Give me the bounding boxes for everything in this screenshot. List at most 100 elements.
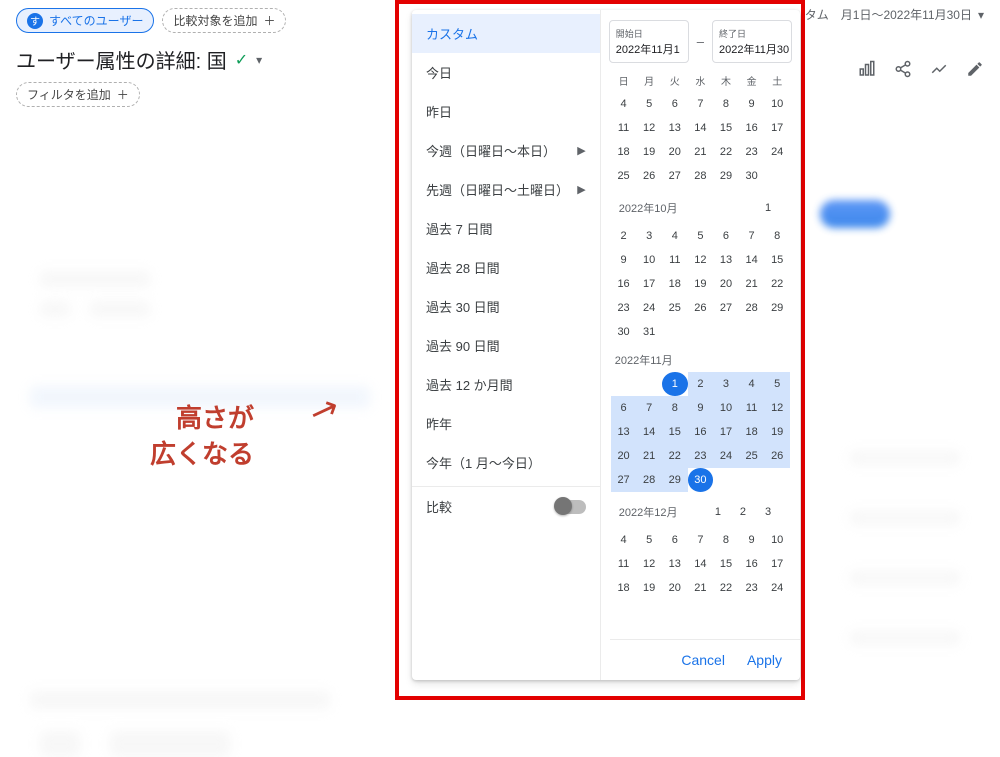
calendar-day[interactable]: 16 <box>739 552 765 576</box>
calendar-day[interactable]: 14 <box>739 248 765 272</box>
calendar-day[interactable]: 13 <box>662 116 688 140</box>
calendar-day[interactable]: 13 <box>713 248 739 272</box>
calendar-day[interactable]: 20 <box>662 576 688 600</box>
calendar-day[interactable]: 19 <box>764 420 790 444</box>
calendar-day[interactable]: 9 <box>611 248 637 272</box>
calendar-day[interactable]: 25 <box>739 444 765 468</box>
calendar-day[interactable]: 9 <box>739 92 765 116</box>
calendar-day[interactable]: 11 <box>611 116 637 140</box>
calendar-day[interactable]: 21 <box>739 272 765 296</box>
calendar-day[interactable]: 29 <box>662 468 688 492</box>
calendar-day[interactable]: 7 <box>688 92 714 116</box>
calendar-day[interactable]: 25 <box>662 296 688 320</box>
calendar-day[interactable]: 20 <box>662 140 688 164</box>
preset-item[interactable]: 過去 30 日間 <box>412 287 600 326</box>
calendar-day[interactable]: 8 <box>713 528 739 552</box>
calendar-day[interactable]: 12 <box>636 552 662 576</box>
calendar-day[interactable]: 10 <box>713 396 739 420</box>
calendar-day[interactable]: 16 <box>739 116 765 140</box>
calendar-day[interactable]: 10 <box>764 528 790 552</box>
preset-item[interactable]: 過去 12 か月間 <box>412 365 600 404</box>
calendar-day[interactable]: 29 <box>713 164 739 188</box>
calendar-day[interactable]: 31 <box>636 320 662 344</box>
calendar-day[interactable]: 17 <box>713 420 739 444</box>
preset-item[interactable]: 昨日 <box>412 92 600 131</box>
calendar-day[interactable]: 9 <box>688 396 714 420</box>
calendar-day[interactable]: 15 <box>713 116 739 140</box>
calendar-day[interactable]: 10 <box>764 92 790 116</box>
preset-item[interactable]: 今日 <box>412 53 600 92</box>
apply-button[interactable]: Apply <box>747 652 782 668</box>
calendar-day[interactable]: 23 <box>611 296 637 320</box>
calendar-day[interactable]: 4 <box>739 372 765 396</box>
calendar-day[interactable]: 19 <box>636 576 662 600</box>
calendar-day[interactable]: 19 <box>688 272 714 296</box>
calendar-day[interactable]: 24 <box>713 444 739 468</box>
calendar-day[interactable]: 6 <box>662 528 688 552</box>
preset-item[interactable]: 今週（日曜日～本日）▶ <box>412 131 600 170</box>
preset-item[interactable]: 過去 28 日間 <box>412 248 600 287</box>
calendar-day[interactable]: 24 <box>764 576 790 600</box>
preset-item[interactable]: 過去 90 日間 <box>412 326 600 365</box>
calendar-day[interactable]: 4 <box>611 92 637 116</box>
calendar-day[interactable]: 22 <box>713 576 739 600</box>
calendar-day[interactable]: 8 <box>662 396 688 420</box>
preset-item[interactable]: 今年（1 月～今日） <box>412 443 600 482</box>
cancel-button[interactable]: Cancel <box>681 652 725 668</box>
calendar-day[interactable]: 11 <box>611 552 637 576</box>
calendar-day[interactable]: 17 <box>764 116 790 140</box>
start-date-field[interactable]: 開始日 2022年11月1 <box>609 20 689 63</box>
all-users-chip[interactable]: す すべてのユーザー <box>16 8 154 33</box>
calendar-day[interactable]: 21 <box>688 576 714 600</box>
calendar-day[interactable]: 26 <box>636 164 662 188</box>
share-icon[interactable] <box>894 60 912 83</box>
calendar-day[interactable]: 7 <box>636 396 662 420</box>
calendar-day[interactable]: 2 <box>688 372 714 396</box>
calendar-day[interactable]: 4 <box>611 528 637 552</box>
calendar-day[interactable]: 2 <box>611 224 637 248</box>
calendar-day[interactable]: 1 <box>662 372 688 396</box>
add-filter-chip[interactable]: フィルタを追加 ＋ <box>16 82 140 107</box>
calendar-day[interactable]: 11 <box>662 248 688 272</box>
calendar-day[interactable]: 30 <box>739 164 765 188</box>
preset-item[interactable]: カスタム <box>412 14 600 53</box>
calendar-day[interactable]: 9 <box>739 528 765 552</box>
calendar-day[interactable]: 5 <box>764 372 790 396</box>
calendar-day[interactable]: 22 <box>662 444 688 468</box>
calendar-day[interactable]: 20 <box>713 272 739 296</box>
insights-icon[interactable] <box>930 60 948 83</box>
calendar-day[interactable]: 16 <box>611 272 637 296</box>
calendar-day[interactable]: 19 <box>636 140 662 164</box>
calendar-day[interactable]: 7 <box>688 528 714 552</box>
calendar-day[interactable]: 12 <box>764 396 790 420</box>
calendar-scroll[interactable]: 日月火水木金土456789101112131415161718192021222… <box>601 67 800 680</box>
calendar-day[interactable]: 14 <box>688 552 714 576</box>
calendar-day[interactable]: 4 <box>662 224 688 248</box>
calendar-day[interactable]: 16 <box>688 420 714 444</box>
calendar-day[interactable]: 18 <box>611 576 637 600</box>
calendar-day[interactable]: 28 <box>739 296 765 320</box>
calendar-day[interactable]: 15 <box>713 552 739 576</box>
date-range-summary[interactable]: タム 月1日～2022年11月30日 ▾ <box>805 6 984 23</box>
calendar-day[interactable]: 23 <box>739 576 765 600</box>
calendar-day[interactable]: 21 <box>688 140 714 164</box>
calendar-day[interactable]: 30 <box>688 468 714 492</box>
calendar-day[interactable]: 30 <box>611 320 637 344</box>
calendar-day[interactable]: 7 <box>739 224 765 248</box>
calendar-day[interactable]: 17 <box>636 272 662 296</box>
calendar-day[interactable]: 25 <box>611 164 637 188</box>
calendar-day[interactable]: 23 <box>688 444 714 468</box>
calendar-day[interactable]: 27 <box>713 296 739 320</box>
preset-item[interactable]: 過去 7 日間 <box>412 209 600 248</box>
calendar-day[interactable]: 3 <box>636 224 662 248</box>
calendar-day[interactable]: 12 <box>688 248 714 272</box>
calendar-day[interactable]: 5 <box>636 528 662 552</box>
calendar-day[interactable]: 17 <box>764 552 790 576</box>
calendar-day[interactable]: 28 <box>636 468 662 492</box>
calendar-day[interactable]: 15 <box>662 420 688 444</box>
calendar-day[interactable]: 8 <box>713 92 739 116</box>
chart-icon[interactable] <box>858 60 876 83</box>
calendar-day[interactable]: 18 <box>611 140 637 164</box>
calendar-day[interactable]: 5 <box>636 92 662 116</box>
calendar-day[interactable]: 1 <box>765 196 790 220</box>
